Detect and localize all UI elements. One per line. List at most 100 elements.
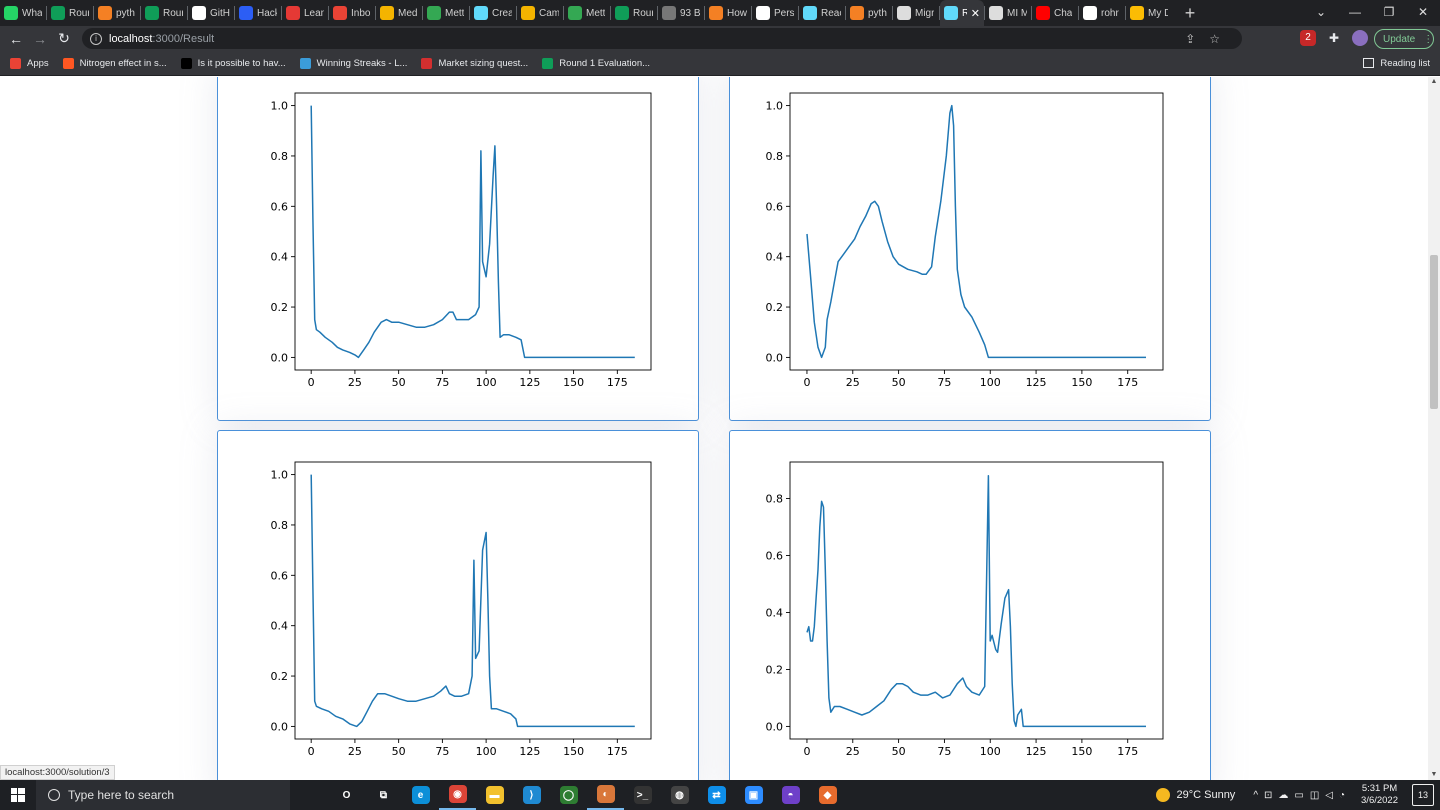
x-tick-label: 175 bbox=[1117, 745, 1138, 758]
close-window-icon[interactable]: ✕ bbox=[1406, 0, 1440, 26]
browser-tab[interactable]: R ✕ bbox=[940, 0, 984, 26]
bookmark-item[interactable]: Apps bbox=[10, 57, 49, 69]
task-view-glyph: ⧉ bbox=[374, 786, 393, 804]
weather-text[interactable]: 29°C Sunny bbox=[1176, 789, 1235, 801]
bookmark-item[interactable]: Winning Streaks - L... bbox=[299, 57, 407, 69]
bookmarks-bar: Apps Nitrogen effect in s... Is it possibl… bbox=[0, 51, 1440, 76]
chart-card[interactable]: 0 25 50 75 100 125 150 175 0.0 0.2 0.4 0.6 0.8 1.0 bbox=[217, 430, 699, 780]
x-tick-label: 150 bbox=[563, 745, 584, 758]
stackoverflow-icon bbox=[98, 6, 112, 20]
browser-tab[interactable]: Cam bbox=[517, 0, 563, 26]
reload-icon[interactable]: ↻ bbox=[52, 30, 76, 47]
browser-tab[interactable]: Mett bbox=[423, 0, 469, 26]
ring-app-icon[interactable]: ◯ bbox=[550, 780, 587, 810]
x-tick-label: 125 bbox=[1026, 376, 1047, 389]
cortana-icon[interactable]: O bbox=[328, 780, 365, 810]
browser-tab[interactable]: Pers bbox=[752, 0, 798, 26]
browser-tab[interactable]: My D bbox=[1126, 0, 1172, 26]
x-tick-label: 50 bbox=[892, 745, 906, 758]
reading-list-button[interactable]: Reading list bbox=[1363, 58, 1430, 69]
file-explorer-icon[interactable]: ▬ bbox=[476, 780, 513, 810]
vertical-scrollbar[interactable]: ▲ ▼ bbox=[1428, 77, 1440, 780]
zoom-icon[interactable]: ▣ bbox=[735, 780, 772, 810]
browser-tab[interactable]: Hack bbox=[235, 0, 281, 26]
new-tab-icon[interactable]: + bbox=[1180, 3, 1200, 24]
tab-title: How bbox=[727, 7, 747, 19]
browser-tab[interactable]: Crea bbox=[470, 0, 516, 26]
share-bookmark-icons[interactable]: ⇪☆ bbox=[1185, 32, 1234, 46]
scroll-up-icon[interactable]: ▲ bbox=[1428, 77, 1440, 87]
git-icon[interactable]: ◆ bbox=[809, 780, 846, 810]
bookmark-label: Apps bbox=[27, 57, 49, 69]
bookmark-item[interactable]: Nitrogen effect in s... bbox=[62, 57, 167, 69]
teamviewer-icon[interactable]: ⇄ bbox=[698, 780, 735, 810]
browser-tab[interactable]: Rour bbox=[47, 0, 93, 26]
clock-time: 5:31 PM bbox=[1361, 783, 1398, 794]
extension-icon[interactable]: 2 bbox=[1300, 30, 1316, 46]
browser-tab[interactable]: Cha bbox=[1032, 0, 1078, 26]
browser-tab[interactable]: GitH bbox=[188, 0, 234, 26]
minimize-icon[interactable]: — bbox=[1338, 0, 1372, 26]
browser-tab[interactable]: Migr bbox=[893, 0, 939, 26]
chart-card[interactable]: 0 25 50 75 100 125 150 175 0.0 0.2 0.4 0.6 0.8 1.0 bbox=[729, 77, 1211, 421]
x-tick-label: 150 bbox=[1071, 376, 1092, 389]
close-tab-icon[interactable]: ✕ bbox=[971, 7, 980, 20]
browser-tab[interactable]: MI M bbox=[985, 0, 1031, 26]
discord-icon[interactable]: ◐ bbox=[587, 780, 624, 810]
tab-search-icon[interactable]: ⌄ bbox=[1304, 0, 1338, 26]
terminal-icon[interactable]: >_ bbox=[624, 780, 661, 810]
browser-tab[interactable]: Rour bbox=[611, 0, 657, 26]
scroll-down-icon[interactable]: ▼ bbox=[1428, 770, 1440, 780]
tab-title: My D bbox=[1148, 7, 1168, 19]
sheets-icon bbox=[542, 57, 554, 69]
edge-icon[interactable]: e bbox=[402, 780, 439, 810]
task-view-icon[interactable]: ⧉ bbox=[365, 780, 402, 810]
tray-icons[interactable]: ^⊡☁▭◫◁◔ bbox=[1253, 790, 1351, 801]
restore-icon[interactable]: ❐ bbox=[1372, 0, 1406, 26]
browser-tab[interactable]: Med bbox=[376, 0, 422, 26]
x-tick-label: 125 bbox=[519, 745, 540, 758]
browser-tab[interactable]: How bbox=[705, 0, 751, 26]
browser-tab[interactable]: 93 B bbox=[658, 0, 704, 26]
menu-dots-icon[interactable]: ⋮ bbox=[1423, 34, 1433, 45]
bookmark-item[interactable]: Is it possible to hav... bbox=[180, 57, 286, 69]
google-icon bbox=[756, 6, 770, 20]
obs-icon[interactable]: ◍ bbox=[661, 780, 698, 810]
chrome-icon[interactable]: ◉ bbox=[439, 780, 476, 810]
y-tick-label: 0.4 bbox=[766, 606, 784, 619]
taskbar-search-input[interactable]: Type here to search bbox=[36, 780, 290, 810]
profile-avatar[interactable] bbox=[1352, 30, 1368, 46]
browser-tab[interactable]: pyth bbox=[846, 0, 892, 26]
github-desktop-icon[interactable]: ◓ bbox=[772, 780, 809, 810]
browser-tab[interactable]: Inbo bbox=[329, 0, 375, 26]
y-tick-label: 0.6 bbox=[271, 200, 289, 213]
chart-card[interactable]: 0 25 50 75 100 125 150 175 0.0 0.2 0.4 0.6 0.8 bbox=[729, 430, 1211, 780]
bookmark-item[interactable]: Round 1 Evaluation... bbox=[542, 57, 650, 69]
puzzle-icon[interactable]: ✚ bbox=[1326, 30, 1342, 46]
browser-tab[interactable]: Reac bbox=[799, 0, 845, 26]
bookmark-item[interactable]: Market sizing quest... bbox=[421, 57, 528, 69]
vscode-icon[interactable]: ⟩ bbox=[513, 780, 550, 810]
x-tick-label: 50 bbox=[392, 376, 406, 389]
back-icon[interactable]: ← bbox=[4, 31, 28, 47]
weather-sun-icon[interactable] bbox=[1156, 788, 1171, 802]
mettl-icon bbox=[427, 6, 441, 20]
forward-icon[interactable]: → bbox=[28, 31, 52, 47]
site-info-icon[interactable]: i bbox=[90, 32, 102, 45]
browser-tab[interactable]: Wha bbox=[0, 0, 46, 26]
scroll-thumb[interactable] bbox=[1430, 255, 1438, 409]
update-button[interactable]: Update ⋮ bbox=[1374, 29, 1434, 49]
y-tick-label: 0.6 bbox=[271, 569, 289, 582]
notification-badge[interactable]: 13 bbox=[1412, 784, 1434, 806]
browser-tab[interactable]: rohr bbox=[1079, 0, 1125, 26]
windows-start-icon[interactable] bbox=[0, 780, 36, 810]
address-bar[interactable]: i localhost:3000/Result ⇪☆ bbox=[82, 28, 1242, 49]
browser-tab[interactable]: Lean bbox=[282, 0, 328, 26]
tab-strip: Wha Rour pyth Rour GitH Hack Lean Inbo Med Mett Cr… bbox=[0, 0, 1440, 26]
browser-tab[interactable]: Rour bbox=[141, 0, 187, 26]
browser-tab[interactable]: pyth bbox=[94, 0, 140, 26]
system-tray: 29°C Sunny ^⊡☁▭◫◁◔ 5:31 PM 3/6/2022 13 bbox=[1156, 780, 1440, 810]
chart-card[interactable]: 0 25 50 75 100 125 150 175 0.0 0.2 0.4 0.6 0.8 1.0 bbox=[217, 77, 699, 421]
browser-tab[interactable]: Mett bbox=[564, 0, 610, 26]
clock[interactable]: 5:31 PM 3/6/2022 bbox=[1361, 783, 1398, 807]
